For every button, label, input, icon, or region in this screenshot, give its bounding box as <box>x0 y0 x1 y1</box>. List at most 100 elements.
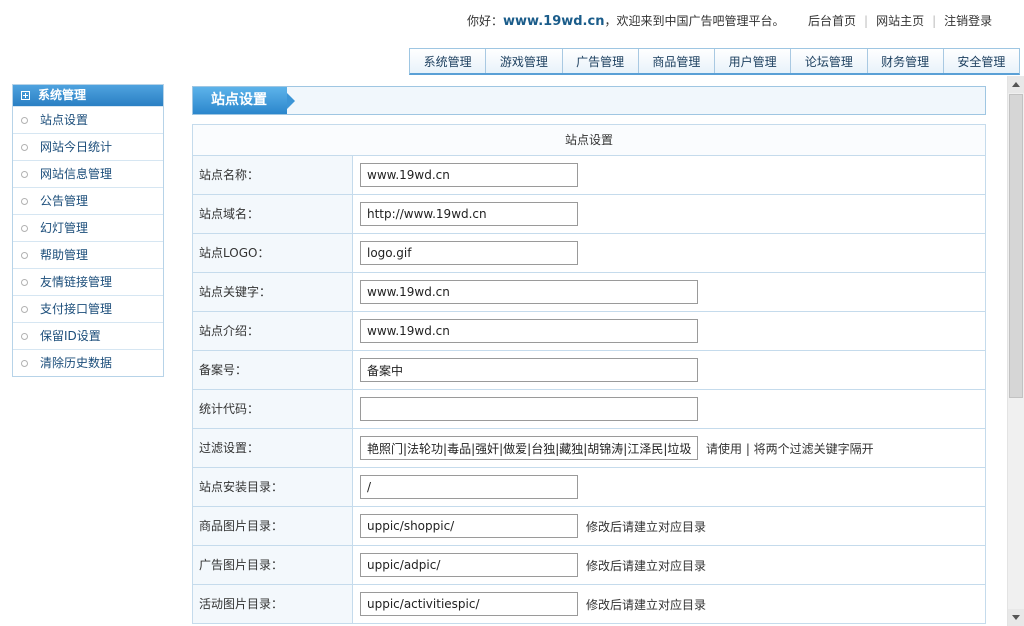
form-row-install-dir: 站点安装目录： <box>193 468 985 507</box>
vertical-scrollbar[interactable] <box>1007 76 1024 626</box>
sidebar-item-label: 网站信息管理 <box>40 167 113 181</box>
sidebar: 系统管理 站点设置 网站今日统计 网站信息管理 公告管理 幻灯管理 帮助管理 友… <box>12 84 164 377</box>
form-row-filter: 过滤设置： 请使用 | 将两个过滤关键字隔开 <box>193 429 985 468</box>
scroll-down-arrow-icon[interactable] <box>1008 609 1024 626</box>
scrollbar-thumb[interactable] <box>1009 94 1023 398</box>
tab-forum[interactable]: 论坛管理 <box>790 49 866 73</box>
form-row-product-pic-dir: 商品图片目录： 修改后请建立对应目录 <box>193 507 985 546</box>
stats-code-input[interactable] <box>360 397 698 421</box>
form-row-stats-code: 统计代码： <box>193 390 985 429</box>
expand-plus-icon <box>21 91 30 100</box>
field-label: 统计代码： <box>193 390 353 428</box>
sidebar-item-payment[interactable]: 支付接口管理 <box>13 295 163 322</box>
site-description-input[interactable] <box>360 319 698 343</box>
bullet-circle-icon <box>21 144 28 151</box>
sidebar-item-label: 清除历史数据 <box>40 356 113 370</box>
form-heading: 站点设置 <box>193 125 985 156</box>
field-label: 活动图片目录： <box>193 585 353 623</box>
sidebar-item-label: 站点设置 <box>40 113 89 127</box>
sidebar-title: 系统管理 <box>38 88 87 102</box>
field-label: 站点LOGO： <box>193 234 353 272</box>
field-label: 站点名称： <box>193 156 353 194</box>
sidebar-item-slideshow[interactable]: 幻灯管理 <box>13 214 163 241</box>
tab-security[interactable]: 安全管理 <box>942 49 1019 73</box>
sidebar-item-clear-history[interactable]: 清除历史数据 <box>13 349 163 376</box>
greeting: 你好：www.19wd.cn，欢迎来到中国广告吧管理平台。 <box>467 12 784 29</box>
field-label: 站点关键字： <box>193 273 353 311</box>
bullet-circle-icon <box>21 360 28 367</box>
form-row-site-description: 站点介绍： <box>193 312 985 351</box>
sidebar-item-label: 保留ID设置 <box>40 329 101 343</box>
form-row-icp-number: 备案号： <box>193 351 985 390</box>
field-label: 备案号： <box>193 351 353 389</box>
scroll-up-arrow-icon[interactable] <box>1008 76 1024 93</box>
field-label: 站点介绍： <box>193 312 353 350</box>
form-row-site-keywords: 站点关键字： <box>193 273 985 312</box>
ad-pic-dir-input[interactable] <box>360 553 578 577</box>
bullet-circle-icon <box>21 279 28 286</box>
page-title: 站点设置 <box>193 87 295 114</box>
top-links: 后台首页 | 网站主页 | 注销登录 <box>800 12 1000 29</box>
tab-system[interactable]: 系统管理 <box>410 49 485 73</box>
filter-keywords-input[interactable] <box>360 436 698 460</box>
site-logo-input[interactable] <box>360 241 578 265</box>
activity-pic-dir-input[interactable] <box>360 592 578 616</box>
bullet-circle-icon <box>21 252 28 259</box>
sidebar-item-site-info[interactable]: 网站信息管理 <box>13 160 163 187</box>
sidebar-item-label: 公告管理 <box>40 194 89 208</box>
bullet-circle-icon <box>21 171 28 178</box>
bullet-circle-icon <box>21 225 28 232</box>
sidebar-header[interactable]: 系统管理 <box>13 85 163 106</box>
field-label: 过滤设置： <box>193 429 353 467</box>
sidebar-item-site-settings[interactable]: 站点设置 <box>13 106 163 133</box>
form-row-site-logo: 站点LOGO： <box>193 234 985 273</box>
product-pic-dir-input[interactable] <box>360 514 578 538</box>
link-site-home[interactable]: 网站主页 <box>868 14 932 28</box>
field-hint: 修改后请建立对应目录 <box>586 597 707 612</box>
site-name-input[interactable] <box>360 163 578 187</box>
settings-form: 站点设置 站点名称： 站点域名： 站点LOGO： 站点关键字： 站点介绍： 备案… <box>192 124 986 624</box>
form-row-ad-pic-dir: 广告图片目录： 修改后请建立对应目录 <box>193 546 985 585</box>
sidebar-item-label: 帮助管理 <box>40 248 89 262</box>
sidebar-item-help[interactable]: 帮助管理 <box>13 241 163 268</box>
tab-ads[interactable]: 广告管理 <box>561 49 638 73</box>
sidebar-item-reserved-ids[interactable]: 保留ID设置 <box>13 322 163 349</box>
bullet-circle-icon <box>21 306 28 313</box>
field-hint: 请使用 | 将两个过滤关键字隔开 <box>706 441 874 456</box>
sidebar-item-friend-links[interactable]: 友情链接管理 <box>13 268 163 295</box>
install-dir-input[interactable] <box>360 475 578 499</box>
bullet-circle-icon <box>21 333 28 340</box>
tab-finance[interactable]: 财务管理 <box>866 49 943 73</box>
bullet-circle-icon <box>21 117 28 124</box>
greeting-prefix: 你好： <box>467 14 504 28</box>
main-nav: 系统管理 游戏管理 广告管理 商品管理 用户管理 论坛管理 财务管理 安全管理 <box>409 48 1020 75</box>
field-label: 站点域名： <box>193 195 353 233</box>
sidebar-item-today-stats[interactable]: 网站今日统计 <box>13 133 163 160</box>
field-label: 广告图片目录： <box>193 546 353 584</box>
form-row-site-name: 站点名称： <box>193 156 985 195</box>
page-title-bar: 站点设置 <box>192 86 986 115</box>
field-hint: 修改后请建立对应目录 <box>586 558 707 573</box>
site-domain-input[interactable] <box>360 202 578 226</box>
sidebar-item-label: 网站今日统计 <box>40 140 113 154</box>
tab-users[interactable]: 用户管理 <box>714 49 790 73</box>
form-row-site-domain: 站点域名： <box>193 195 985 234</box>
link-admin-home[interactable]: 后台首页 <box>800 14 864 28</box>
field-hint: 修改后请建立对应目录 <box>586 519 707 534</box>
bullet-circle-icon <box>21 198 28 205</box>
field-label: 商品图片目录： <box>193 507 353 545</box>
tab-games[interactable]: 游戏管理 <box>485 49 561 73</box>
sidebar-item-announcements[interactable]: 公告管理 <box>13 187 163 214</box>
sidebar-item-label: 幻灯管理 <box>40 221 89 235</box>
greeting-suffix: ，欢迎来到中国广告吧管理平台。 <box>604 14 785 28</box>
sidebar-item-label: 友情链接管理 <box>40 275 113 289</box>
sidebar-item-label: 支付接口管理 <box>40 302 113 316</box>
site-keywords-input[interactable] <box>360 280 698 304</box>
top-header: 你好：www.19wd.cn，欢迎来到中国广告吧管理平台。 后台首页 | 网站主页 |… <box>0 0 1024 40</box>
link-logout[interactable]: 注销登录 <box>936 14 1000 28</box>
field-label: 站点安装目录： <box>193 468 353 506</box>
greeting-site-name: www.19wd.cn <box>503 14 605 29</box>
tab-products[interactable]: 商品管理 <box>637 49 714 73</box>
form-row-activity-pic-dir: 活动图片目录： 修改后请建立对应目录 <box>193 585 985 624</box>
icp-number-input[interactable] <box>360 358 698 382</box>
